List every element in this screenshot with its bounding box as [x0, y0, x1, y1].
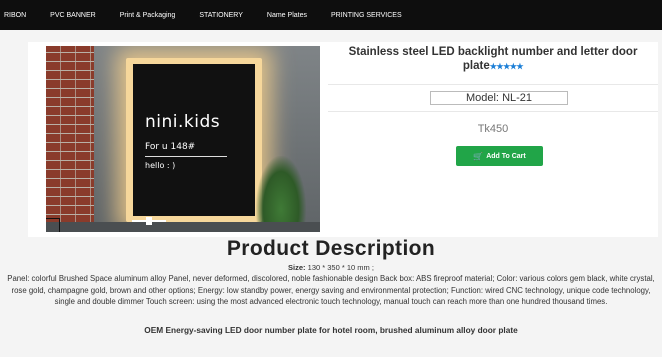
add-to-cart-button[interactable]: 🛒 Add To Cart	[456, 146, 543, 166]
size-label: Size:	[288, 263, 306, 272]
rating-stars-icon: ★★★★★	[489, 62, 524, 71]
nav-item-print-packaging[interactable]: Print & Packaging	[120, 12, 176, 19]
floor-strip	[46, 222, 320, 232]
image-slider-indicator-icon[interactable]	[132, 216, 166, 226]
size-line: Size: 130 * 350 * 10 mm ;	[0, 263, 662, 272]
nav-item-name-plates[interactable]: Name Plates	[267, 12, 307, 19]
product-description-heading: Product Description	[226, 237, 436, 260]
product-image[interactable]: nini.kids For u 148# hello : )	[46, 46, 320, 232]
plate-text-name: nini.kids	[145, 112, 221, 132]
model-label: Model:	[465, 92, 499, 104]
nav-item-pvc-banner[interactable]: PVC BANNER	[50, 12, 96, 19]
nav-item-printing-services[interactable]: PRINTING SERVICES	[331, 12, 402, 19]
nav-item-ribon[interactable]: RIBON	[4, 12, 26, 19]
model-number-box: Model: NL-21	[430, 91, 568, 105]
door-plate: nini.kids For u 148# hello : )	[133, 64, 255, 216]
plate-divider	[145, 156, 227, 157]
nav-item-stationery[interactable]: STATIONERY	[199, 12, 243, 19]
top-navigation-bar: RIBON PVC BANNER Print & Packaging STATI…	[0, 0, 662, 30]
product-title: Stainless steel LED backlight number and…	[328, 45, 658, 74]
plate-text-number: For u 148#	[145, 142, 196, 152]
divider	[328, 84, 658, 85]
divider	[328, 111, 658, 112]
brick-wall	[46, 46, 94, 232]
add-to-cart-label: Add To Cart	[486, 152, 526, 160]
product-highlight: OEM Energy-saving LED door number plate …	[144, 325, 518, 335]
plant-leaves	[256, 156, 306, 232]
model-value: NL-21	[502, 92, 533, 104]
cart-icon: 🛒	[473, 151, 484, 161]
image-corner-mark	[46, 218, 60, 232]
product-price: Tk450	[477, 123, 509, 135]
product-info-panel: Stainless steel LED backlight number and…	[328, 42, 658, 237]
plate-text-greeting: hello : )	[145, 161, 176, 170]
size-value: 130 * 350 * 10 mm ;	[307, 263, 374, 272]
product-card: nini.kids For u 148# hello : ) Stainless…	[28, 42, 658, 237]
product-description-body: Panel: colorful Brushed Space aluminum a…	[7, 274, 655, 307]
